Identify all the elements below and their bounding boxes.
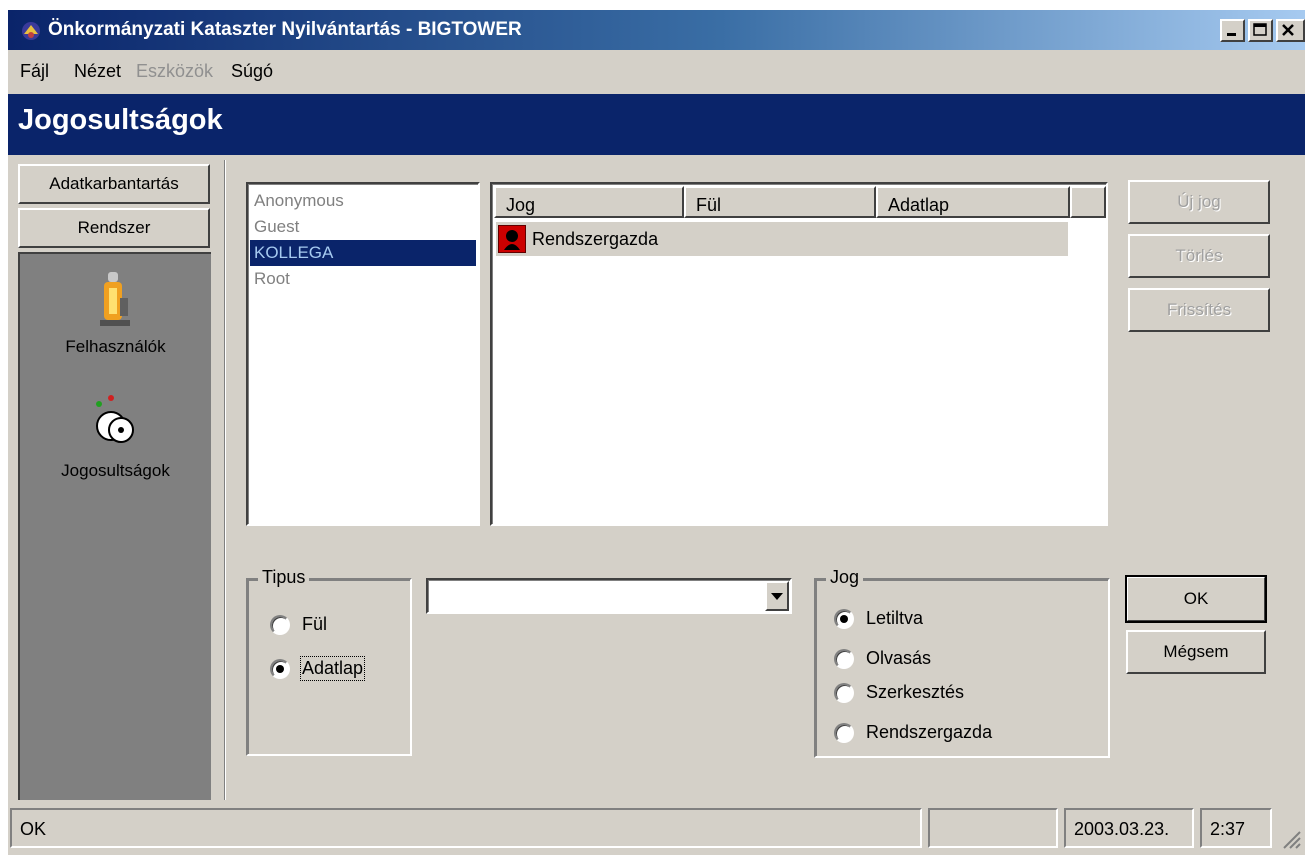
button-label: Mégsem [1163,642,1229,661]
maximize-button[interactable] [1248,19,1273,42]
radio-type-adatlap[interactable]: Adatlap [270,656,366,681]
permission-group: Jog Letiltva Olvasás Szerkesztés Rendsze… [814,567,1110,758]
radio-button[interactable] [834,682,854,703]
list-item[interactable]: Anonymous [250,188,476,214]
nav-group-rendszer[interactable]: Rendszer [18,208,210,248]
ok-button[interactable]: OK [1125,575,1267,623]
button-label: Frissítés [1166,300,1232,319]
app-window: Önkormányzati Kataszter Nyilvántartás - … [8,10,1305,855]
close-icon [1282,24,1294,36]
radio-jog-olvasas[interactable]: Olvasás [834,648,931,669]
grid-column-header[interactable]: Fül [684,186,876,218]
nav-group-adatkarbantartas[interactable]: Adatkarbantartás [18,164,210,204]
nav-item-felhasznalok[interactable]: Felhasználók [20,266,211,357]
button-label: Új jog [1177,192,1221,211]
list-item[interactable]: KOLLEGA [250,240,476,266]
admin-icon [498,225,526,253]
nav-group-label: Rendszer [77,218,151,237]
chevron-down-icon [771,593,783,600]
table-row[interactable]: Rendszergazda [496,222,1068,256]
group-title: Tipus [258,567,310,588]
list-item[interactable]: Root [250,266,476,292]
panel-divider [224,160,226,800]
radio-jog-rendszergazda[interactable]: Rendszergazda [834,722,992,743]
button-label: Törlés [1175,246,1223,265]
radio-button[interactable] [834,648,854,669]
menu-tools[interactable]: Eszközök [136,61,213,82]
close-button[interactable] [1276,19,1305,42]
keys-icon [95,395,134,443]
nav-item-label: Felhasználók [65,337,166,356]
dropdown-button[interactable] [765,581,789,611]
user-list[interactable]: Anonymous Guest KOLLEGA Root [246,182,480,526]
page-title: Jogosultságok [18,104,223,136]
radio-label: Letiltva [866,608,924,628]
minimize-button[interactable] [1220,19,1245,42]
title-bar[interactable]: Önkormányzati Kataszter Nyilvántartás - … [8,10,1305,50]
status-date: 2003.03.23. [1064,808,1194,848]
menu-view[interactable]: Nézet [74,61,121,82]
new-permission-button[interactable]: Új jog [1128,180,1270,224]
nav-group-label: Adatkarbantartás [49,174,179,193]
type-group: Tipus Fül Adatlap [246,567,412,756]
nav-item-jogosultsagok[interactable]: Jogosultságok [20,390,211,481]
page-header: Jogosultságok [8,94,1305,155]
menu-help[interactable]: Súgó [231,61,273,82]
user-icon [99,272,130,326]
radio-type-ful[interactable]: Fül [270,614,327,635]
resize-grip-icon[interactable] [1280,828,1302,850]
radio-label: Olvasás [866,648,932,668]
status-date-text: 2003.03.23. [1074,819,1170,839]
radio-label: Fül [302,614,328,634]
refresh-button[interactable]: Frissítés [1128,288,1270,332]
app-icon [22,22,40,40]
grid-column-header[interactable]: Adatlap [876,186,1070,218]
window-title: Önkormányzati Kataszter Nyilvántartás - … [48,19,522,40]
minimize-icon [1227,33,1236,36]
radio-label: Szerkesztés [866,682,965,702]
grid-column-header[interactable]: Jog [494,186,684,218]
maximize-icon [1253,23,1267,36]
target-select[interactable] [426,578,792,614]
group-title: Jog [826,567,864,588]
list-item[interactable]: Guest [250,214,476,240]
status-empty [928,808,1058,848]
status-text: OK [20,819,47,839]
radio-label: Rendszergazda [866,722,993,742]
status-time: 2:37 [1200,808,1272,848]
radio-jog-letiltva[interactable]: Letiltva [834,608,923,629]
menu-bar: Fájl Nézet Eszközök Súgó [8,50,1305,90]
table-cell: Rendszergazda [532,229,659,249]
radio-button[interactable] [834,722,854,743]
button-label: OK [1183,589,1209,608]
radio-jog-szerkesztes[interactable]: Szerkesztés [834,682,964,703]
menu-file[interactable]: Fájl [20,61,49,82]
radio-button[interactable] [270,658,290,679]
nav-panel: Felhasználók Jogosultságok [18,252,211,800]
status-time-text: 2:37 [1210,819,1246,839]
radio-button[interactable] [834,608,854,629]
status-message: OK [10,808,922,848]
permissions-grid[interactable]: Jog Fül Adatlap Rendszergazda [490,182,1108,526]
radio-button[interactable] [270,614,290,635]
nav-item-label: Jogosultságok [61,461,170,480]
delete-button[interactable]: Törlés [1128,234,1270,278]
cancel-button[interactable]: Mégsem [1126,630,1266,674]
grid-column-header-filler [1070,186,1106,218]
radio-label: Adatlap [299,656,366,681]
